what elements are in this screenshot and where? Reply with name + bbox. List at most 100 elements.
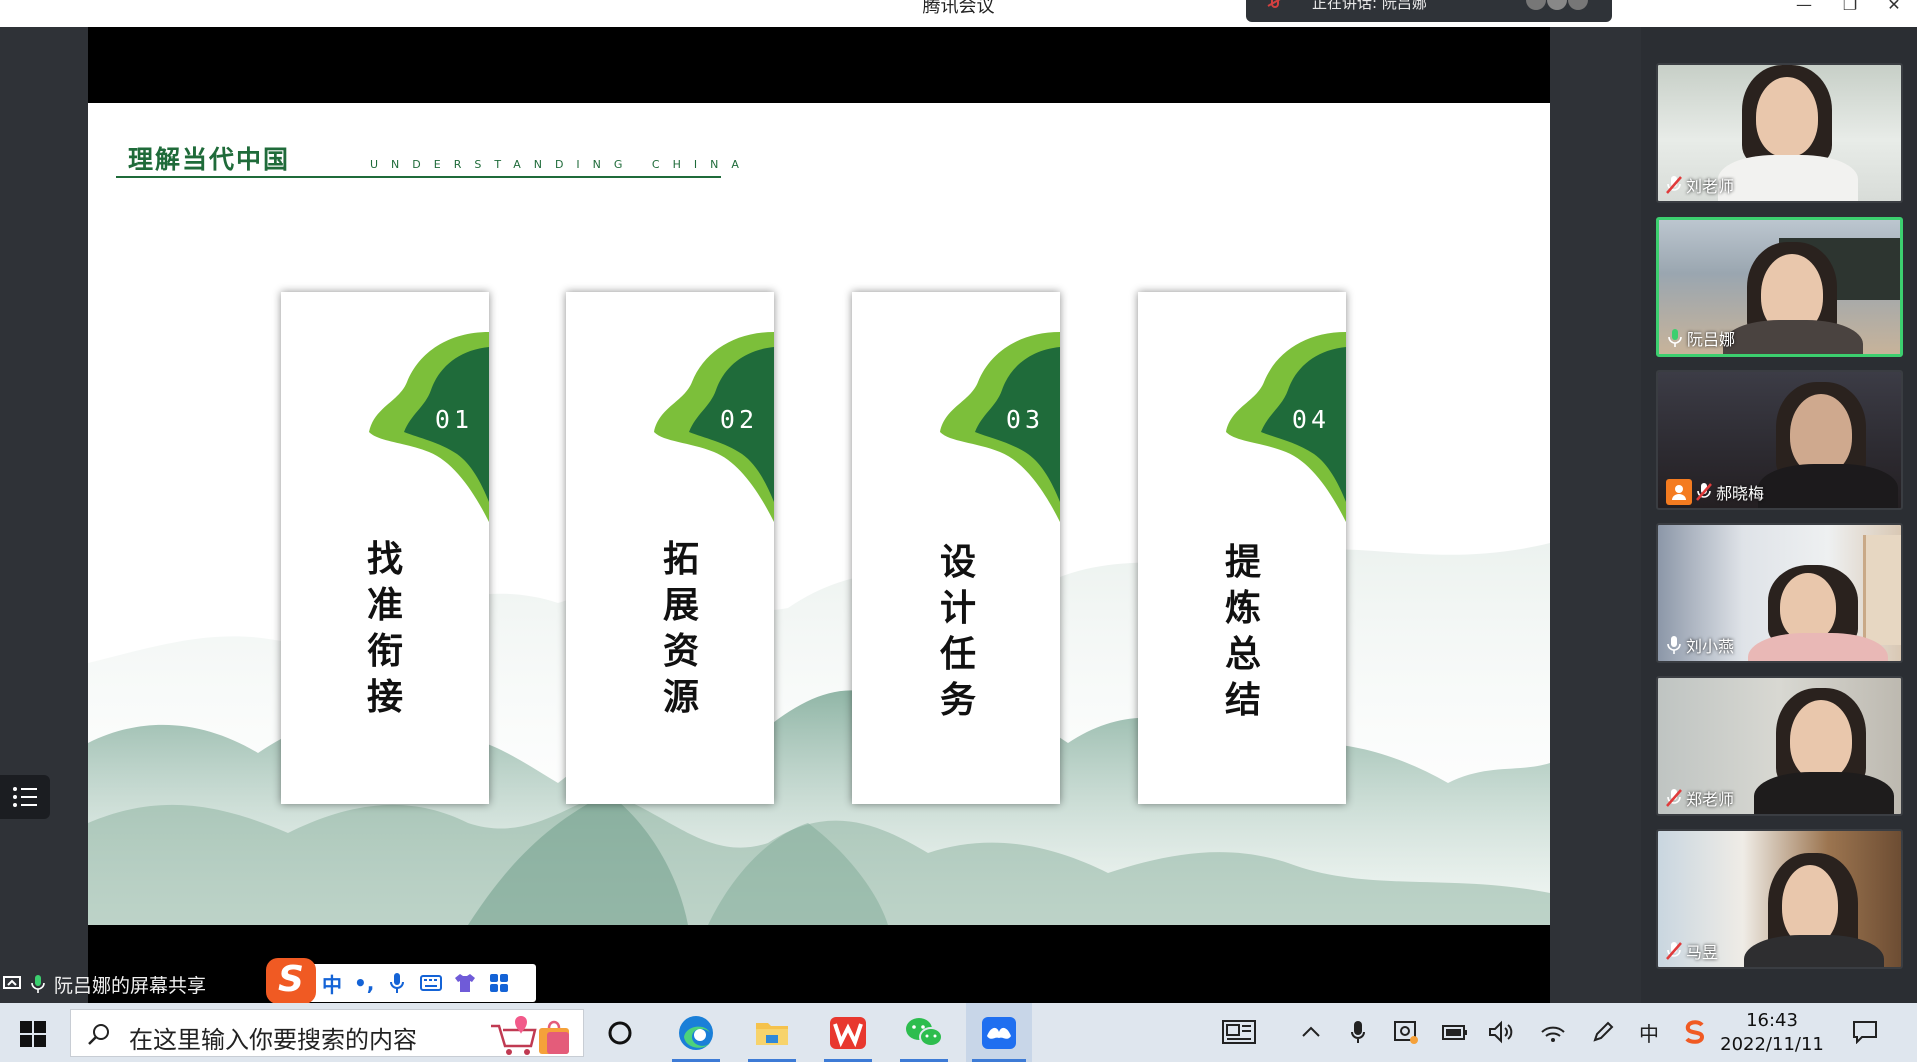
- speaking-indicator[interactable]: 正在讲话: 阮吕娜: [1246, 0, 1612, 22]
- screen: 腾讯会议 正在讲话: 阮吕娜 — ❐ ✕ 理解当代中国 UNDERSTANDIN…: [0, 0, 1917, 1062]
- chevron-up-icon[interactable]: [1298, 1019, 1324, 1045]
- participant-tile[interactable]: 郑老师: [1656, 676, 1903, 816]
- list-toggle-button[interactable]: [0, 775, 50, 819]
- file-explorer-taskbar-button[interactable]: [742, 1003, 802, 1062]
- tencent-meeting-icon: [982, 1016, 1016, 1049]
- participant-tile[interactable]: 刘小燕: [1656, 523, 1903, 663]
- wps-taskbar-button[interactable]: [818, 1003, 878, 1062]
- title-underline: [116, 176, 721, 178]
- restore-button[interactable]: ❐: [1830, 0, 1870, 14]
- step-card: 04 提炼总结: [1138, 292, 1346, 804]
- wps-icon: [830, 1016, 866, 1049]
- participant-label: 马昱: [1666, 939, 1718, 963]
- pen-icon[interactable]: [1590, 1019, 1616, 1045]
- person-face: [1790, 394, 1852, 474]
- person-face: [1782, 865, 1838, 945]
- muted-mic-icon: [1666, 789, 1682, 807]
- speaking-text: 正在讲话: 阮吕娜: [1312, 0, 1427, 12]
- news-widget-icon[interactable]: [1222, 1019, 1256, 1045]
- ime-toolbar[interactable]: S 中 •,: [266, 958, 536, 1004]
- participant-name: 刘小燕: [1686, 637, 1735, 656]
- step-label: 拓展资源: [662, 539, 699, 718]
- mic-icon: [1667, 636, 1681, 654]
- shopping-cart-icon: [491, 1016, 569, 1055]
- share-screen-icon: [3, 976, 21, 989]
- step-number: 04: [1291, 405, 1330, 434]
- sogou-logo[interactable]: S: [266, 958, 316, 1004]
- slide-subtitle: UNDERSTANDING CHINA: [370, 158, 752, 171]
- slide-title: 理解当代中国: [128, 145, 291, 174]
- participant-label: 刘老师: [1666, 173, 1734, 197]
- sogou-tray-icon[interactable]: [1682, 1019, 1708, 1045]
- participant-tile[interactable]: 马昱: [1656, 829, 1903, 969]
- participant-tile-active[interactable]: 阮吕娜: [1656, 217, 1903, 357]
- step-number: 02: [719, 405, 758, 434]
- step-number: 01: [434, 405, 473, 434]
- toolbox-grid-icon[interactable]: [488, 972, 510, 994]
- clock-time: 16:43: [1746, 1010, 1798, 1031]
- participant-label: 郑老师: [1666, 786, 1734, 810]
- step-card: 01 找准衔接: [281, 292, 489, 804]
- cortana-button[interactable]: [590, 1003, 650, 1062]
- step-label: 设计任务: [939, 542, 976, 721]
- speaking-mic-icon: [31, 975, 45, 993]
- participant-label: 刘小燕: [1666, 633, 1734, 657]
- network-icon[interactable]: [1540, 1019, 1566, 1045]
- input-language-indicator[interactable]: 中: [1636, 1019, 1662, 1046]
- participant-tile[interactable]: 刘老师: [1656, 63, 1903, 203]
- muted-mic-icon: [1267, 0, 1281, 8]
- person-face: [1756, 77, 1818, 157]
- ime-punct-toggle[interactable]: •,: [354, 971, 374, 995]
- microphone-tray-icon[interactable]: [1345, 1019, 1371, 1045]
- speaker-avatars-icon: [1526, 0, 1588, 10]
- taskbar-clock[interactable]: 16:43 2022/11/11: [1712, 1009, 1832, 1057]
- wechat-taskbar-button[interactable]: [894, 1003, 954, 1062]
- person-body: [1748, 633, 1888, 661]
- step-card: 02 拓展资源: [566, 292, 774, 804]
- step-number: 03: [1005, 405, 1044, 434]
- participant-tile[interactable]: 郝晓梅: [1656, 370, 1903, 510]
- window-title: 腾讯会议: [922, 0, 995, 17]
- share-status-text: 阮吕娜的屏幕共享: [54, 974, 207, 997]
- person-body: [1744, 935, 1884, 967]
- speaking-mic-icon: [1668, 329, 1682, 347]
- windows-start-icon[interactable]: [20, 1021, 46, 1047]
- skin-shirt-icon[interactable]: [454, 972, 476, 994]
- clock-date: 2022/11/11: [1720, 1034, 1824, 1055]
- soft-keyboard-icon[interactable]: [420, 972, 443, 994]
- notification-icon[interactable]: [1852, 1019, 1878, 1045]
- file-explorer-icon: [756, 1022, 788, 1045]
- screen-capture-tray-icon[interactable]: [1393, 1019, 1419, 1045]
- ime-mode-toggle[interactable]: 中: [322, 969, 342, 998]
- volume-icon[interactable]: [1488, 1019, 1514, 1045]
- person-face: [1790, 700, 1852, 780]
- voice-input-icon[interactable]: [386, 972, 408, 994]
- taskbar-search-box[interactable]: 在这里输入你要搜索的内容: [70, 1009, 584, 1057]
- step-label: 提炼总结: [1224, 542, 1261, 721]
- participant-name: 郝晓梅: [1716, 484, 1765, 503]
- battery-icon[interactable]: [1442, 1019, 1468, 1045]
- presentation-slide: 理解当代中国 UNDERSTANDING CHINA 01 找准衔接 02 拓展…: [88, 103, 1550, 925]
- search-icon: [88, 1024, 109, 1045]
- share-status-bar: 阮吕娜的屏幕共享: [0, 968, 206, 1000]
- edge-taskbar-button[interactable]: [666, 1003, 726, 1062]
- person-body: [1718, 155, 1858, 201]
- participant-name: 刘老师: [1686, 177, 1735, 196]
- participant-gallery: 刘老师 阮吕娜 郝晓梅 刘小燕 郑老师 马昱: [1641, 27, 1917, 1003]
- taskbar: 在这里输入你要搜索的内容 中 16:43 2022/11/11: [0, 1003, 1917, 1062]
- person-body: [1758, 464, 1898, 508]
- step-label: 找准衔接: [366, 539, 403, 718]
- muted-mic-icon: [1696, 483, 1712, 501]
- close-button[interactable]: ✕: [1874, 0, 1914, 14]
- bookshelf: [1863, 535, 1901, 645]
- participant-name: 马昱: [1686, 943, 1719, 962]
- list-icon: [13, 787, 37, 807]
- muted-mic-icon: [1666, 176, 1682, 194]
- person-body: [1754, 772, 1894, 814]
- cortana-icon: [608, 1021, 632, 1044]
- title-bar: 腾讯会议 正在讲话: 阮吕娜 — ❐ ✕: [0, 0, 1917, 27]
- step-card: 03 设计任务: [852, 292, 1060, 804]
- minimize-button[interactable]: —: [1784, 0, 1824, 14]
- wechat-icon: [906, 1017, 943, 1047]
- tencent-meeting-taskbar-button[interactable]: [966, 1003, 1032, 1062]
